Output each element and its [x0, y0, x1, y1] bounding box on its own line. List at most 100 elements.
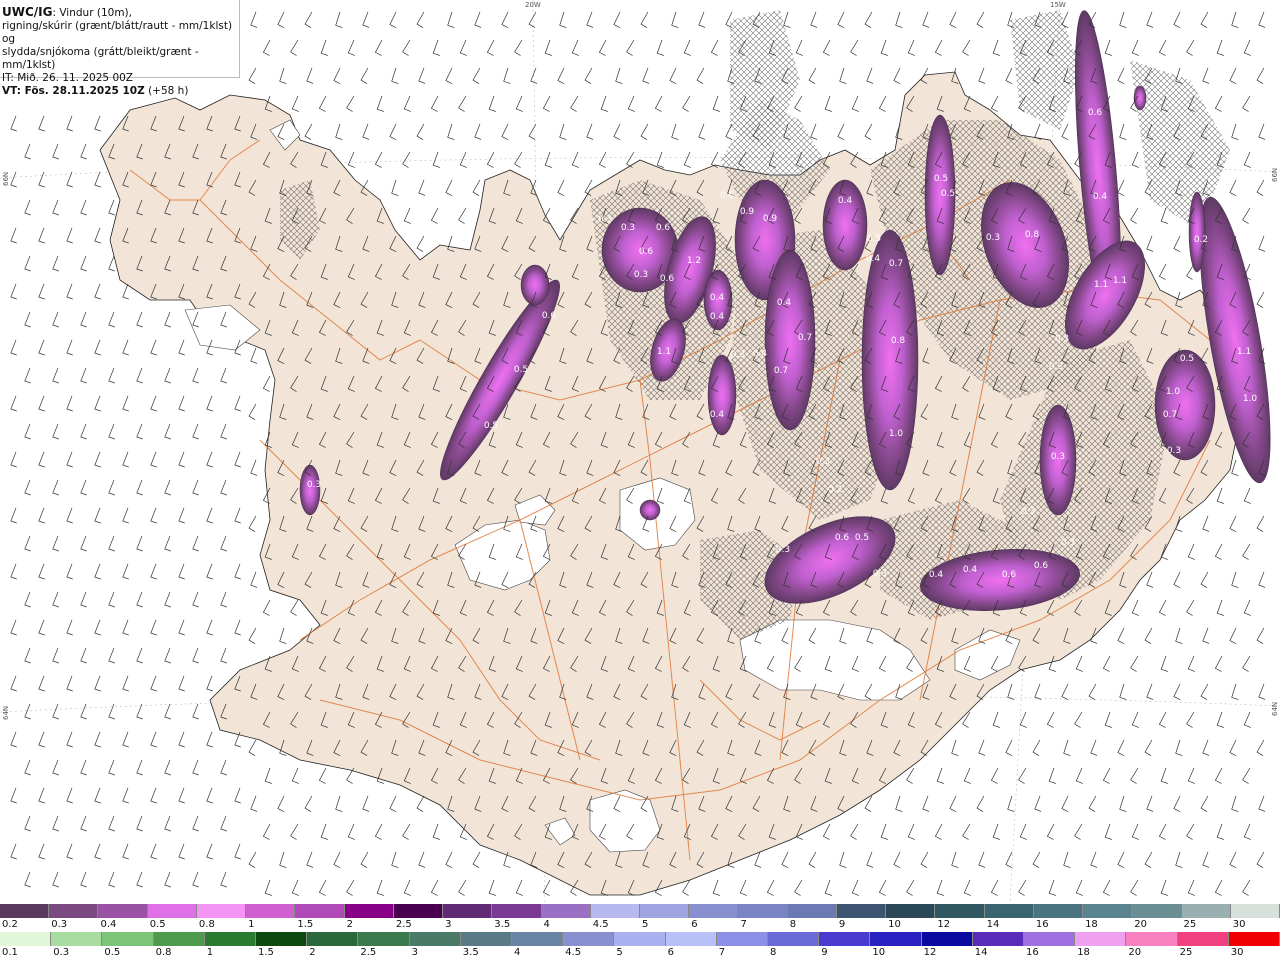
precip-label: 0.2 — [1194, 235, 1208, 245]
precip-label: 0.7 — [774, 366, 788, 376]
legend-label: 3 — [445, 919, 452, 930]
legend-label: 14 — [974, 947, 988, 958]
precip-label: 1.1 — [1094, 280, 1108, 290]
graticule-label-64n-right: 64N — [1271, 701, 1279, 716]
precip-label: 0.4 — [929, 570, 944, 580]
legend-label: 0.3 — [51, 919, 68, 930]
precip-label: 1.2 — [687, 256, 701, 266]
precip-label: 0.3 — [598, 215, 612, 225]
legend-rain-labels: 0.1 0.3 0.5 0.8 1 1.5 2 2.5 3 3.5 4 4.5 5 6 7 8 9 10 12 14 1… — [0, 947, 1280, 959]
legend-swatch — [256, 932, 308, 946]
legend-swatch — [836, 904, 887, 918]
legend-swatch — [443, 904, 493, 918]
legend-swatch — [295, 904, 345, 918]
legend-label: 0.8 — [198, 919, 215, 930]
legend-label: 10 — [872, 947, 886, 958]
legend-swatch — [358, 932, 410, 946]
legend-label: 0.1 — [2, 947, 18, 958]
legend-swatch — [972, 932, 1024, 946]
legend-swatch — [870, 932, 922, 946]
legend-swatch — [787, 904, 837, 918]
legend-label: 5 — [616, 947, 623, 958]
precip-label: 1.0 — [1243, 394, 1258, 404]
legend-label: 4.5 — [592, 919, 609, 930]
precip-label: 0.4 — [710, 312, 725, 322]
precip-label: 0.4 — [710, 410, 725, 420]
legend-swatch — [1075, 932, 1127, 946]
legend-label: 16 — [1035, 919, 1049, 930]
precip-label: 0.5 — [514, 365, 528, 375]
legend-label: 7 — [740, 919, 747, 930]
legend-swatch — [307, 932, 359, 946]
precip-label: 0.5 — [855, 533, 869, 543]
precip-label: 0.3 — [1049, 362, 1063, 372]
legend-swatch — [921, 932, 973, 946]
legend-label: 2 — [346, 919, 353, 930]
legend-swatch — [1177, 932, 1229, 946]
legend-label: 1.5 — [258, 947, 274, 958]
desc-rain: rigning/skúrir (grænt/blátt/rautt - mm/1… — [2, 20, 233, 45]
precip-label: 0.6 — [835, 533, 850, 543]
precip-label: 0.9 — [740, 207, 755, 217]
legend-label: 2 — [309, 947, 316, 958]
legend-swatch — [204, 932, 256, 946]
legend-swatch — [716, 932, 768, 946]
precip-label: 0.6 — [542, 311, 557, 321]
precip-label: 0.7 — [889, 259, 903, 269]
legend-label: 3.5 — [462, 947, 479, 958]
legend-swatch — [590, 904, 640, 918]
graticule-label-20w: 20W — [525, 1, 541, 9]
legend-snow-colorbar — [0, 904, 1280, 918]
legend-swatch — [0, 904, 50, 918]
forecast-map[interactable]: 0.3 0.3 0.6 0.6 0.3 0.6 1.2 0.4 0.4 1.1 0.6 0.9 0.9 0… — [0, 0, 1280, 904]
legend-swatch — [886, 904, 936, 918]
legend-swatch — [614, 932, 666, 946]
legend-label: 0.5 — [104, 947, 121, 958]
precip-label: 0.3 — [1055, 334, 1069, 344]
legend-swatch — [738, 904, 788, 918]
legend-label: 0.8 — [155, 947, 172, 958]
precip-label: 0.3 — [621, 223, 635, 233]
precip-label: 0.9 — [763, 214, 778, 224]
precip-label: 0.4 — [777, 298, 792, 308]
legend-label: 2.5 — [360, 947, 377, 958]
precip-label: 0.5 — [867, 234, 881, 244]
legend-label: 4 — [514, 947, 521, 958]
precip-label: 1.1 — [1237, 347, 1251, 357]
legend-swatch — [102, 932, 154, 946]
precip-label: 0.5 — [1180, 354, 1194, 364]
legend-swatch — [1033, 904, 1084, 918]
legend-label: 20 — [1134, 919, 1148, 930]
legend-swatch — [1181, 904, 1231, 918]
legend-swatch — [196, 904, 247, 918]
legend-label: 7 — [718, 947, 726, 958]
legend-snow-labels: 0.2 0.3 0.4 0.5 0.8 1 1.5 2 2.5 3 3.5 4 4.5 5 6 7 8 9 10 12… — [0, 919, 1280, 931]
legend-label: 6 — [667, 947, 674, 958]
legend-swatch — [1083, 904, 1133, 918]
legend-label: 0.2 — [2, 919, 18, 930]
precip-label: 1.0 — [1166, 387, 1181, 397]
legend-label: 6 — [691, 919, 698, 930]
precip-label: 0.3 — [307, 480, 321, 490]
legend-label: 2.5 — [395, 919, 412, 930]
legend-swatch — [49, 904, 99, 918]
legend-swatch — [409, 932, 461, 946]
legend-label: 14 — [986, 919, 1000, 930]
precip-label: 0.5 — [934, 174, 948, 184]
precip-label: 0.3 — [1061, 538, 1075, 548]
precip-label: 0.8 — [1025, 230, 1040, 240]
legend-label: 5 — [642, 919, 649, 930]
legend-label: 12 — [937, 919, 951, 930]
map-info-box: UWC/IG: Vindur (10m), rigning/skúrir (gr… — [0, 0, 240, 97]
legend-swatch — [563, 932, 615, 946]
legend-label: 16 — [1026, 947, 1039, 958]
legend-swatch — [460, 932, 512, 946]
legend-label: 1.5 — [297, 919, 314, 930]
legend-label: 0.4 — [100, 919, 117, 930]
legend-label: 10 — [888, 919, 901, 930]
legend-label: 30 — [1232, 919, 1246, 930]
legend-swatch — [541, 904, 591, 918]
precip-label: 0.3 — [1051, 452, 1065, 462]
legend-label: 0.5 — [149, 919, 166, 930]
legend-swatch — [935, 904, 985, 918]
